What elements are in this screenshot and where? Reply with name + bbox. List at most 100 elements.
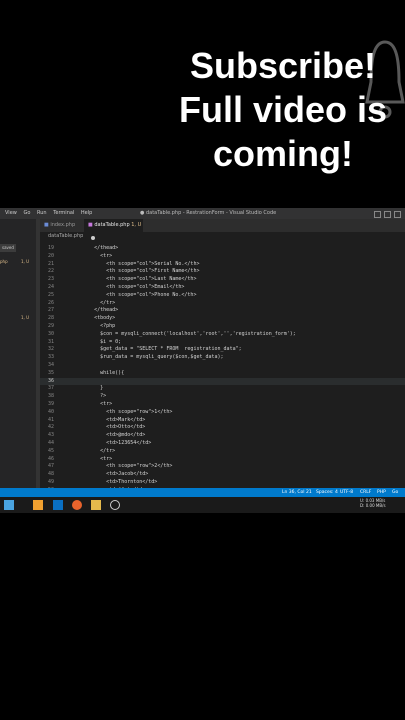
code-text: <tr> <box>64 455 113 462</box>
code-text: ?> <box>64 393 107 400</box>
menu-terminal[interactable]: Terminal <box>53 210 74 216</box>
code-text: $run_data = mysqli_query($con,$get_data)… <box>64 354 224 361</box>
line-number: 27 <box>47 307 54 314</box>
code-text: <td>Mark</td> <box>64 416 146 423</box>
code-text: <tr> <box>64 400 113 407</box>
download-speed: 0.00 MB/s <box>365 503 386 508</box>
code-line[interactable]: 47 <th scope="row">2</th> <box>40 463 405 471</box>
code-line[interactable]: 30 $con = mysqli_connect('localhost','ro… <box>40 331 405 339</box>
code-line[interactable]: 48 <td>Jacob</td> <box>40 471 405 479</box>
app-icon[interactable] <box>33 500 43 510</box>
menu-view[interactable]: View <box>5 210 17 216</box>
line-number: 49 <box>47 478 54 485</box>
tab-status: 1, U <box>131 222 142 228</box>
go-live[interactable]: Go <box>392 488 398 497</box>
line-number: 44 <box>47 439 54 446</box>
code-editor[interactable]: 19 </thead> 20 <tr> 21 <th scope="col">Ser… <box>40 245 405 502</box>
line-number: 40 <box>47 408 54 415</box>
code-line[interactable]: 27 </thead> <box>40 307 405 315</box>
window-title: ● dataTable.php - RestrationForm - Visua… <box>140 210 277 216</box>
unsaved-dot-icon[interactable] <box>91 235 95 240</box>
line-number: 28 <box>47 315 54 322</box>
code-line[interactable]: 19 </thead> <box>40 245 405 253</box>
menu-go[interactable]: Go <box>23 210 30 216</box>
code-line[interactable]: 42 <td>Otto</td> <box>40 424 405 432</box>
code-line[interactable]: 34 <box>40 362 405 370</box>
code-text: <td>Otto</td> <box>64 424 146 431</box>
vscode-window: View Go Run Terminal Help ● dataTable.ph… <box>0 208 405 513</box>
code-line[interactable]: 41 <td>Mark</td> <box>40 417 405 425</box>
code-line[interactable]: 39 <tr> <box>40 401 405 409</box>
line-number: 34 <box>47 361 54 368</box>
code-line[interactable]: 31 $i = 0; <box>40 339 405 347</box>
code-line[interactable]: 43 <td>@mdo</td> <box>40 432 405 440</box>
line-number: 38 <box>47 393 54 400</box>
code-line[interactable]: 25 <th scope="col">Phone No.</th> <box>40 292 405 300</box>
code-text: </thead> <box>64 245 119 251</box>
code-line[interactable]: 21 <th scope="col">Serial No.</th> <box>40 261 405 269</box>
caption-line-1: Subscribe! <box>189 45 377 86</box>
code-line[interactable]: 38 ?> <box>40 393 405 401</box>
maximize-icon[interactable] <box>384 211 391 218</box>
code-text: while(){ <box>64 369 125 376</box>
code-line[interactable]: 28 <tbody> <box>40 315 405 323</box>
explorer-sidebar: saved php 1, U 1, U <box>0 219 36 495</box>
line-number: 22 <box>47 268 54 275</box>
tab-datatable-php[interactable]: ■ dataTable.php 1, U <box>84 219 143 240</box>
code-line[interactable]: 23 <th scope="col">Last Name</th> <box>40 276 405 284</box>
php-file-icon: ■ <box>44 222 49 228</box>
caption-line-3: coming! <box>213 133 353 174</box>
code-text: <th scope="col">Phone No.</th> <box>64 291 197 298</box>
code-line[interactable]: 35 while(){ <box>40 370 405 378</box>
code-line[interactable]: 45 </tr> <box>40 448 405 456</box>
code-line[interactable]: 44 <td>123654</td> <box>40 440 405 448</box>
line-number: 41 <box>47 416 54 423</box>
tab-index-php[interactable]: ■ index.php <box>44 219 75 232</box>
code-line[interactable]: 22 <th scope="col">First Name</th> <box>40 268 405 276</box>
line-number: 37 <box>47 385 54 392</box>
close-icon[interactable] <box>394 211 401 218</box>
line-ending[interactable]: CRLF <box>360 488 371 497</box>
line-number: 35 <box>47 369 54 376</box>
code-text: $get_data = "SELECT * FROM registration_… <box>64 346 242 353</box>
code-line[interactable]: 40 <th scope="row">1</th> <box>40 409 405 417</box>
caption-line-2: Full video is <box>178 89 388 130</box>
line-number: 47 <box>47 463 54 470</box>
code-line[interactable]: 20 <tr> <box>40 253 405 261</box>
start-icon[interactable] <box>4 500 14 510</box>
line-number: 26 <box>47 299 54 306</box>
code-text: </tr> <box>64 299 116 306</box>
code-line[interactable]: 36 <box>40 377 405 386</box>
code-line[interactable]: 33 $run_data = mysqli_query($con,$get_da… <box>40 354 405 362</box>
code-text: <th scope="col">Serial No.</th> <box>64 260 200 267</box>
menu-run[interactable]: Run <box>37 210 47 216</box>
menu-help[interactable]: Help <box>81 210 92 216</box>
code-text: } <box>64 385 104 392</box>
indentation[interactable]: Spaces: 4 <box>316 488 338 497</box>
code-line[interactable]: 49 <td>Thornton</td> <box>40 479 405 487</box>
sidebar-file-status: 1, U <box>21 259 30 264</box>
code-line[interactable]: 46 <tr> <box>40 456 405 464</box>
language-mode[interactable]: PHP <box>377 488 386 497</box>
video-caption: Subscribe! Full video is coming! <box>168 44 398 176</box>
code-line[interactable]: 24 <th scope="col">Email</th> <box>40 284 405 292</box>
code-line[interactable]: 29 <?php <box>40 323 405 331</box>
code-line[interactable]: 26 </tr> <box>40 300 405 308</box>
code-text: <th scope="row">2</th> <box>64 463 173 470</box>
breadcrumb[interactable]: dataTable.php <box>48 233 83 239</box>
folder-icon[interactable] <box>91 500 101 510</box>
php-file-icon: ■ <box>88 222 93 228</box>
code-text: <th scope="col">Email</th> <box>64 283 185 290</box>
line-number: 23 <box>47 276 54 283</box>
code-text: </thead> <box>64 307 119 314</box>
vscode-icon[interactable] <box>53 500 63 510</box>
cursor-position[interactable]: Ln 36, Col 21 <box>282 488 312 497</box>
sidebar-file-php[interactable]: php <box>0 259 8 264</box>
code-line[interactable]: 37 } <box>40 385 405 393</box>
settings-icon[interactable] <box>110 500 120 510</box>
firefox-icon[interactable] <box>72 500 82 510</box>
code-text: <th scope="col">First Name</th> <box>64 268 200 275</box>
minimize-icon[interactable] <box>374 211 381 218</box>
code-line[interactable]: 32 $get_data = "SELECT * FROM registrati… <box>40 346 405 354</box>
encoding[interactable]: UTF-8 <box>340 488 353 497</box>
